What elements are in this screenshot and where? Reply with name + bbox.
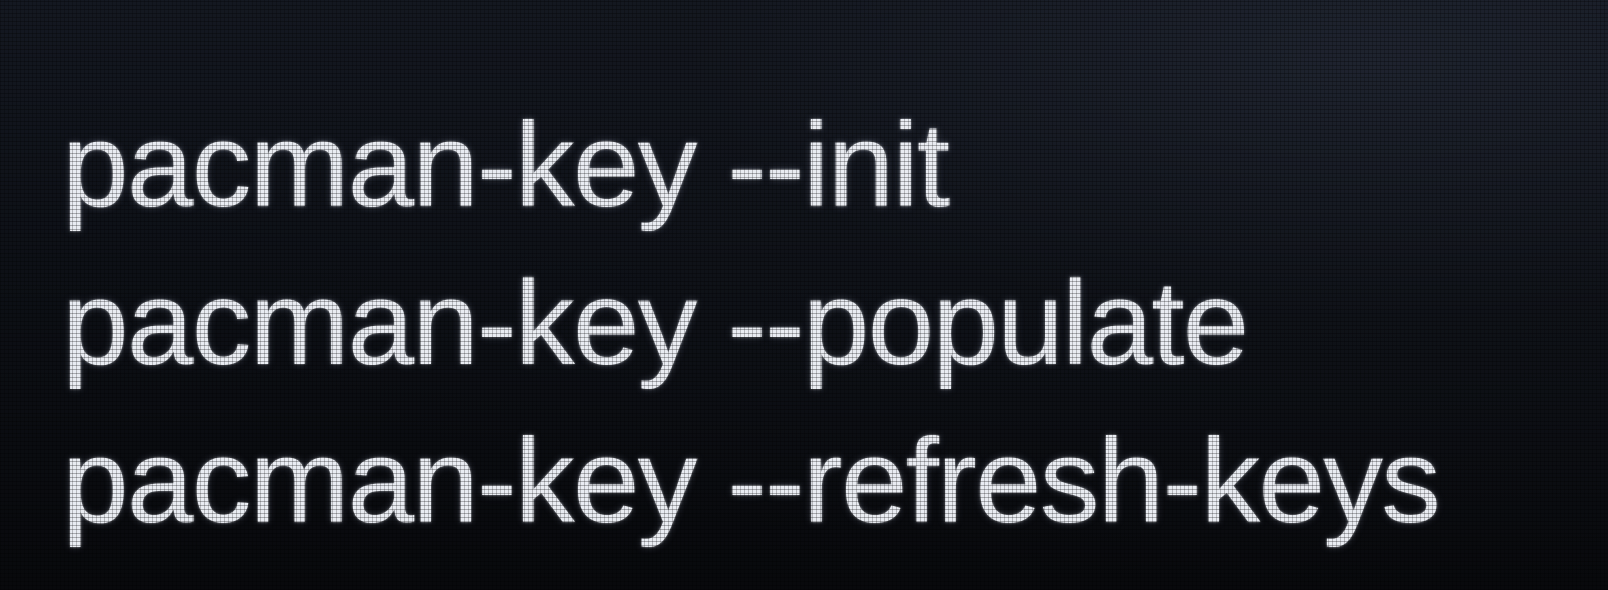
command-line-populate: pacman-key --populate (62, 256, 1249, 390)
command-line-init: pacman-key --init (62, 98, 950, 232)
terminal-output: pacman-key --init pacman-key --populate … (62, 86, 1441, 560)
command-line-refresh-keys: pacman-key --refresh-keys (62, 414, 1441, 548)
terminal-screen: pacman-key --init pacman-key --populate … (0, 0, 1608, 590)
